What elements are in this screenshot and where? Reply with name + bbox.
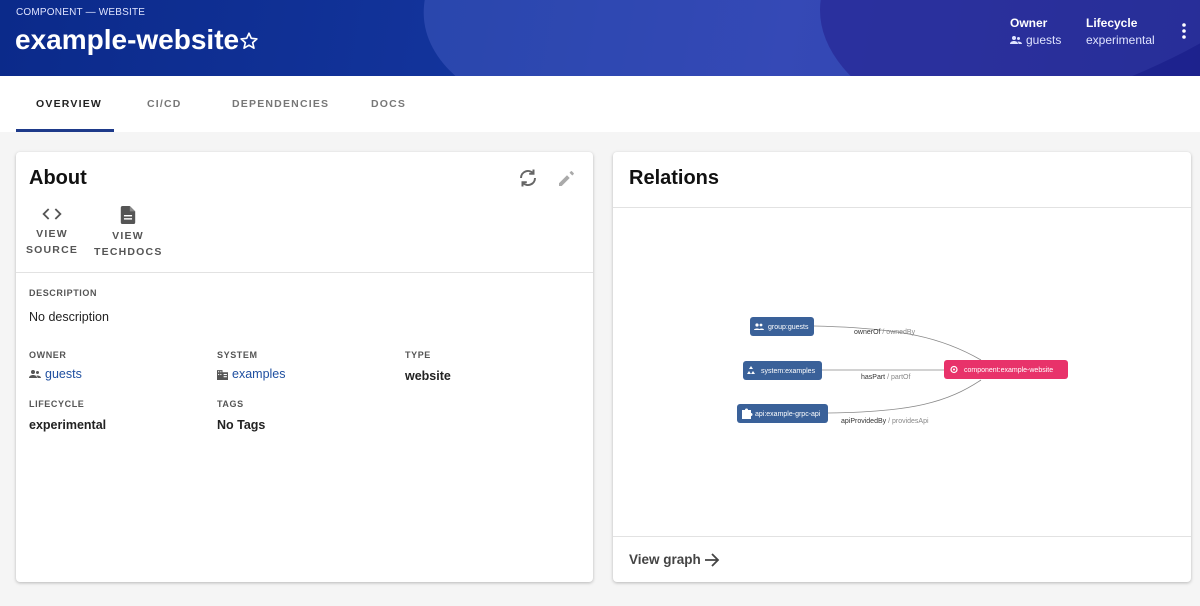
header-lifecycle: Lifecycle experimental xyxy=(1086,16,1155,47)
relations-graph: ownerOf / ownedBy hasPart / partOf apiPr… xyxy=(737,317,1068,425)
refresh-icon[interactable] xyxy=(516,166,540,190)
tab-ci-cd[interactable]: CI/CD xyxy=(147,98,182,110)
node-component-label: component:example-website xyxy=(964,367,1053,374)
edge-api-primary: apiProvidedBy xyxy=(841,418,887,425)
edge-label-system: hasPart / partOf xyxy=(861,374,910,381)
edge-owner-secondary: / ownedBy xyxy=(880,329,915,336)
node-api-label: api:example-grpc-api xyxy=(755,411,821,418)
edge-system-primary: hasPart xyxy=(861,374,885,381)
edge-label-owner: ownerOf / ownedBy xyxy=(854,329,916,336)
page-title: example-website xyxy=(15,24,240,55)
lifecycle-field-value: experimental xyxy=(29,418,107,432)
edge-api-secondary: / providesApi xyxy=(886,418,929,425)
tab-overview[interactable]: OVERVIEW xyxy=(36,98,102,110)
owner-field-value: guests xyxy=(45,367,82,381)
view-graph-link[interactable]: View graph xyxy=(629,552,720,567)
owner-link[interactable]: guests xyxy=(1010,33,1061,47)
node-api-example-grpc-api[interactable]: api:example-grpc-api xyxy=(737,404,828,423)
code-icon xyxy=(42,208,62,220)
view-techdocs-link[interactable]: VIEW TECHDOCS xyxy=(94,206,162,260)
edge-system-secondary: / partOf xyxy=(885,374,910,381)
node-system-label: system:examples xyxy=(761,368,816,375)
active-tab-indicator xyxy=(16,129,114,132)
node-system-examples[interactable]: system:examples xyxy=(743,361,822,380)
owner-field-label: OWNER xyxy=(29,350,67,360)
about-title: About xyxy=(29,167,87,189)
relations-card: Relations ownerOf / ownedBy hasPart / pa… xyxy=(613,152,1191,582)
type-field-value: website xyxy=(405,369,451,383)
tab-dependencies[interactable]: DEPENDENCIES xyxy=(232,98,329,110)
owner-field-link[interactable]: guests xyxy=(29,367,82,381)
more-options-icon[interactable] xyxy=(1178,22,1190,40)
description-value: No description xyxy=(29,310,109,324)
document-icon xyxy=(120,206,136,224)
tags-field-label: TAGS xyxy=(217,399,244,409)
lifecycle-label: Lifecycle xyxy=(1086,16,1138,30)
node-group-guests[interactable]: group:guests xyxy=(750,317,814,336)
type-field-label: TYPE xyxy=(405,350,431,360)
arrow-right-icon xyxy=(704,552,720,567)
tab-docs[interactable]: DOCS xyxy=(371,98,406,110)
tags-field-value: No Tags xyxy=(217,418,266,432)
owner-value: guests xyxy=(1026,33,1062,47)
edge-api xyxy=(827,379,982,414)
node-group-label: group:guests xyxy=(768,324,809,331)
domain-icon xyxy=(217,369,228,380)
group-icon xyxy=(1010,36,1022,44)
edge-owner-primary: ownerOf xyxy=(854,329,881,336)
system-field-value: examples xyxy=(232,367,286,381)
view-source-line1: VIEW xyxy=(36,228,68,240)
description-label: DESCRIPTION xyxy=(29,288,98,298)
system-field-link[interactable]: examples xyxy=(217,367,286,381)
breadcrumb: COMPONENT — WEBSITE xyxy=(16,7,146,18)
edit-icon[interactable] xyxy=(555,166,579,190)
star-icon[interactable] xyxy=(238,30,260,52)
lifecycle-field-label: LIFECYCLE xyxy=(29,399,85,409)
relations-bottom-divider xyxy=(613,536,1191,537)
page-header: COMPONENT — WEBSITE example-website Owne… xyxy=(0,0,1200,76)
owner-label: Owner xyxy=(1010,16,1048,30)
group-icon xyxy=(29,370,41,378)
view-techdocs-line1: VIEW xyxy=(112,230,144,242)
about-divider xyxy=(16,272,593,273)
view-source-line2: SOURCE xyxy=(25,244,79,256)
view-graph-label: View graph xyxy=(629,552,701,567)
node-component-example-website[interactable]: component:example-website xyxy=(944,360,1068,379)
view-techdocs-line2: TECHDOCS xyxy=(94,246,163,258)
lifecycle-value: experimental xyxy=(1086,33,1155,47)
system-field-label: SYSTEM xyxy=(217,350,258,360)
about-card: About VIEW SOURCE VIEW TECHDOCS DESCRIPT… xyxy=(16,152,593,582)
tab-bar: OVERVIEW CI/CD DEPENDENCIES DOCS xyxy=(0,76,1200,132)
view-source-link[interactable]: VIEW SOURCE xyxy=(24,206,80,258)
header-owner: Owner guests xyxy=(1010,16,1061,47)
edge-label-api: apiProvidedBy / providesApi xyxy=(841,418,929,425)
